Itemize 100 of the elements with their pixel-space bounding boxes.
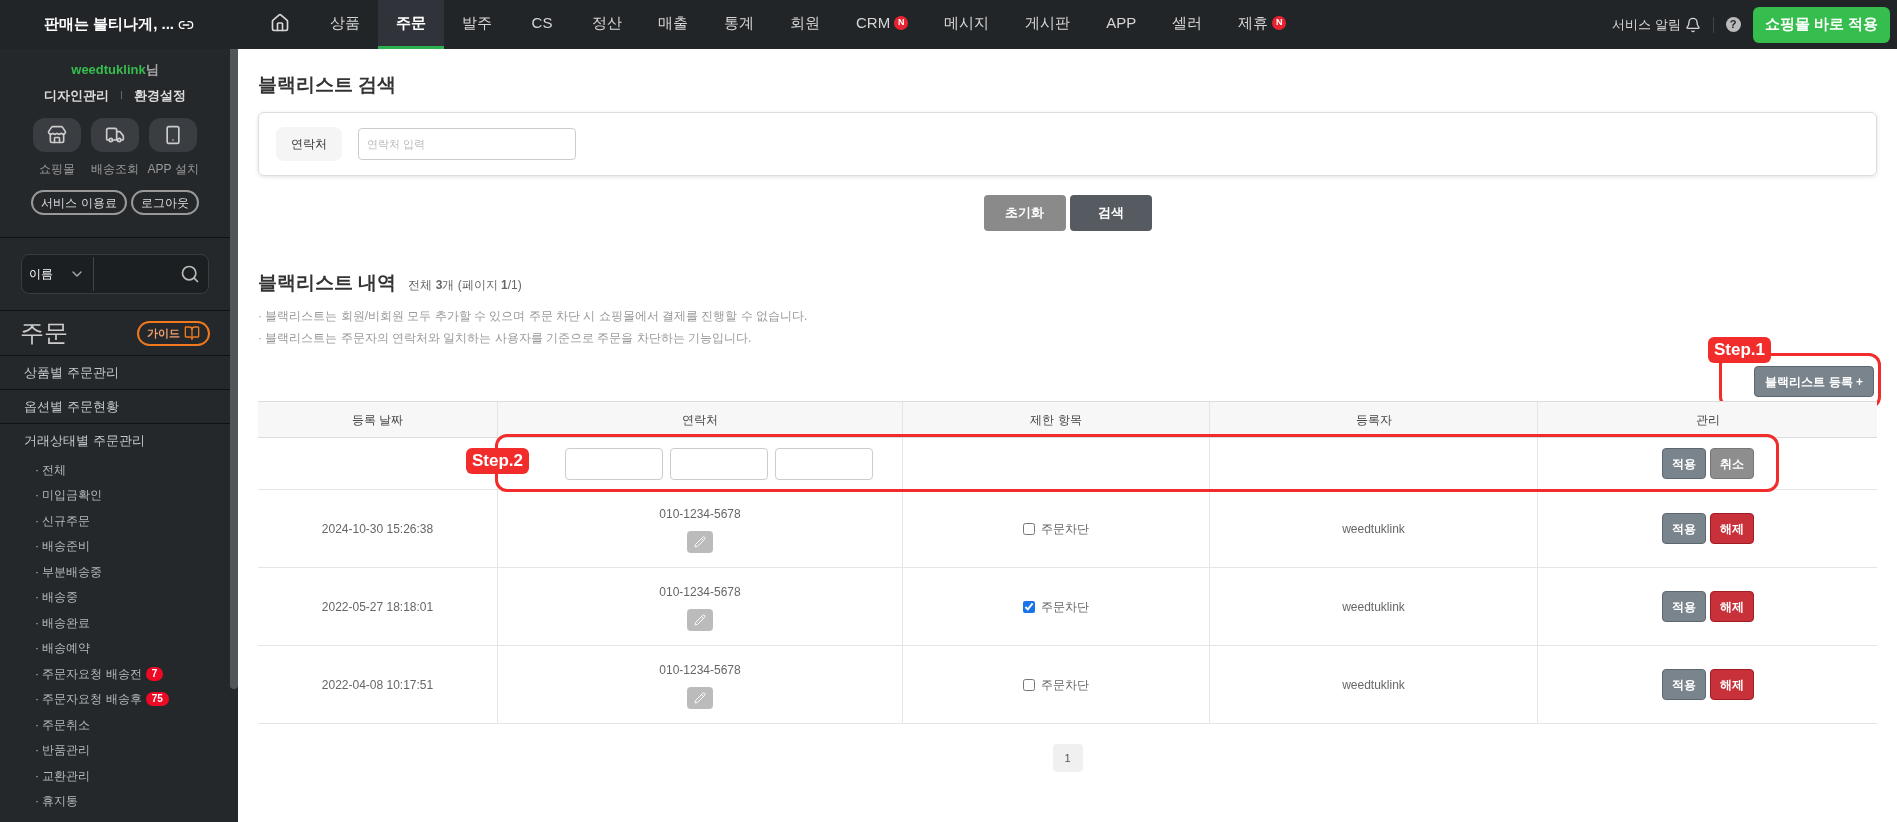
phone-icon	[163, 125, 183, 145]
scrollbar[interactable]	[230, 49, 238, 689]
sidebar-subitem[interactable]: · 교환관리	[35, 766, 91, 785]
service-alerts[interactable]: 서비스 알림	[1612, 14, 1681, 35]
shortcut-label: 쇼핑몰	[39, 161, 75, 178]
step-label: Step.2	[466, 448, 530, 474]
brand-title[interactable]: 판매는 불티나게, ...	[44, 13, 174, 36]
page-button[interactable]: 1	[1052, 744, 1083, 772]
pencil-icon	[694, 613, 706, 626]
apply-button[interactable]: 적용	[1661, 591, 1706, 622]
section-heading: 블랙리스트 내역	[258, 270, 397, 295]
table-cell-text: 010-1234-5678	[659, 505, 741, 523]
count-badge: 75	[145, 692, 169, 707]
sidebar-search[interactable]: 이름	[21, 254, 209, 294]
sidebar-subitem[interactable]: · 주문자요청 배송전	[35, 664, 142, 683]
sidebar-subitem[interactable]: · 배송중	[35, 588, 79, 607]
nav-tab[interactable]: 정산	[574, 0, 640, 49]
table-cell-text: 010-1234-5678	[659, 661, 741, 679]
table-cell-text: weedtuklink	[1342, 598, 1405, 616]
sidebar-subitem[interactable]: · 신규주문	[35, 511, 91, 530]
release-button[interactable]: 해제	[1709, 669, 1754, 700]
sidebar-subitem[interactable]: · 주문자요청 배송후	[35, 690, 142, 709]
sidebar-subitem[interactable]: · 반품관리	[35, 741, 91, 760]
shortcut-button[interactable]	[91, 118, 139, 152]
checkbox[interactable]	[1023, 522, 1035, 535]
checkbox[interactable]	[1023, 678, 1035, 691]
sidebar-subitem[interactable]: · 배송완료	[35, 613, 91, 632]
nav-tab[interactable]: 회원	[772, 0, 838, 49]
sidebar-item[interactable]: 상품별 주문관리	[0, 356, 230, 389]
checkbox-label: 주문차단	[1041, 598, 1089, 616]
shortcut-button[interactable]	[149, 118, 197, 152]
shortcut-label: APP 설치	[147, 161, 199, 178]
release-button[interactable]: 해제	[1709, 591, 1754, 622]
sidebar-subitem[interactable]: · 부분배송중	[35, 562, 103, 581]
search-button[interactable]: 검색	[1069, 194, 1152, 231]
checkbox[interactable]	[1023, 600, 1035, 613]
column-header: 제한 항목	[902, 402, 1209, 437]
truck-icon	[105, 125, 125, 145]
sidebar-subitem[interactable]: · 미입금확인	[35, 486, 103, 505]
design-link[interactable]: 디자인관리	[44, 85, 109, 105]
new-badge: N	[894, 16, 909, 30]
sidebar-item[interactable]: 거래상태별 주문관리	[0, 424, 230, 457]
field-label: 연락처	[276, 126, 342, 161]
guide-button[interactable]: 가이드	[137, 320, 210, 346]
sidebar-subitem[interactable]: · 주문취소	[35, 715, 91, 734]
search-icon[interactable]	[180, 264, 200, 284]
sidebar-subitem[interactable]: · 배송예약	[35, 639, 91, 658]
apply-button[interactable]: 적용	[1661, 448, 1706, 479]
home-icon	[270, 13, 290, 33]
checkbox-label: 주문차단	[1041, 676, 1089, 694]
pill-button[interactable]: 서비스 이용료	[31, 190, 127, 215]
search-select[interactable]: 이름	[22, 257, 94, 291]
column-header: 관리	[1537, 402, 1877, 437]
nav-tab[interactable]: 제휴 N	[1220, 0, 1305, 49]
section-heading: 블랙리스트 검색	[258, 73, 398, 97]
sidebar-subitem[interactable]: · 휴지통	[35, 792, 79, 811]
bell-icon[interactable]	[1684, 16, 1701, 33]
table-cell-text: 2022-04-08 10:17:51	[321, 676, 434, 694]
pencil-icon	[694, 691, 706, 704]
table-cell-text: weedtuklink	[1342, 676, 1405, 694]
table-cell-text: 2022-05-27 18:18:01	[321, 598, 434, 616]
new-badge: N	[1272, 16, 1287, 30]
phone-part-field[interactable]	[670, 447, 768, 480]
shortcut-label: 배송조회	[91, 161, 139, 178]
table-cell-text: weedtuklink	[1342, 520, 1405, 538]
sidebar-item[interactable]: 옵션별 주문현황	[0, 390, 230, 423]
apply-button[interactable]: 적용	[1661, 513, 1706, 544]
nav-tab[interactable]: 셀러	[1154, 0, 1221, 49]
nav-tab[interactable]: 통계	[706, 0, 772, 49]
pill-button[interactable]: 로그아웃	[130, 190, 199, 215]
phone-search-field[interactable]: 연락처 입력	[358, 127, 576, 160]
step-label: Step.1	[1707, 337, 1771, 363]
section-title: 주문	[20, 318, 68, 348]
phone-part-field[interactable]	[565, 447, 663, 480]
store-icon	[47, 125, 67, 145]
column-header: 연락처	[497, 402, 902, 437]
nav-tab[interactable]: 매출	[640, 0, 706, 49]
nav-tab[interactable]: CRM N	[838, 0, 927, 49]
nav-tab[interactable]: CS	[510, 0, 574, 49]
settings-link[interactable]: 환경설정	[134, 85, 186, 105]
nav-tab[interactable]: 상품	[312, 0, 378, 49]
checkbox-label: 주문차단	[1041, 520, 1089, 538]
sidebar-subitem[interactable]: · 배송준비	[35, 537, 91, 556]
phone-part-field[interactable]	[775, 447, 873, 480]
register-blacklist-button[interactable]: 블랙리스트 등록 +	[1754, 366, 1874, 397]
count-badge: 7	[145, 666, 164, 681]
release-button[interactable]: 해제	[1709, 513, 1754, 544]
pencil-icon	[694, 535, 706, 548]
note-text: · 블랙리스트는 회원/비회원 모두 추가할 수 있으며 주문 차단 시 쇼핑몰에서 결제를 진행할 수 없습니다.	[258, 308, 809, 325]
nav-tab[interactable]: 주문	[378, 0, 444, 49]
nav-tab[interactable]: 발주	[444, 0, 510, 49]
note-text: · 블랙리스트는 주문자의 연락처와 일치하는 사용자를 기준으로 주문을 차단하는 기능입니다.	[258, 330, 753, 347]
user-greeting: weedtuklink님	[71, 61, 159, 79]
nav-tab[interactable]: 게시판	[1007, 0, 1089, 49]
sidebar-subitem[interactable]: · 전체	[35, 460, 67, 479]
help-button[interactable]: ?	[1725, 17, 1741, 32]
apply-button[interactable]: 적용	[1661, 669, 1706, 700]
nav-tab[interactable]: 메시지	[926, 0, 1008, 49]
nav-tab[interactable]: APP	[1088, 0, 1155, 49]
shortcut-button[interactable]	[33, 118, 81, 152]
